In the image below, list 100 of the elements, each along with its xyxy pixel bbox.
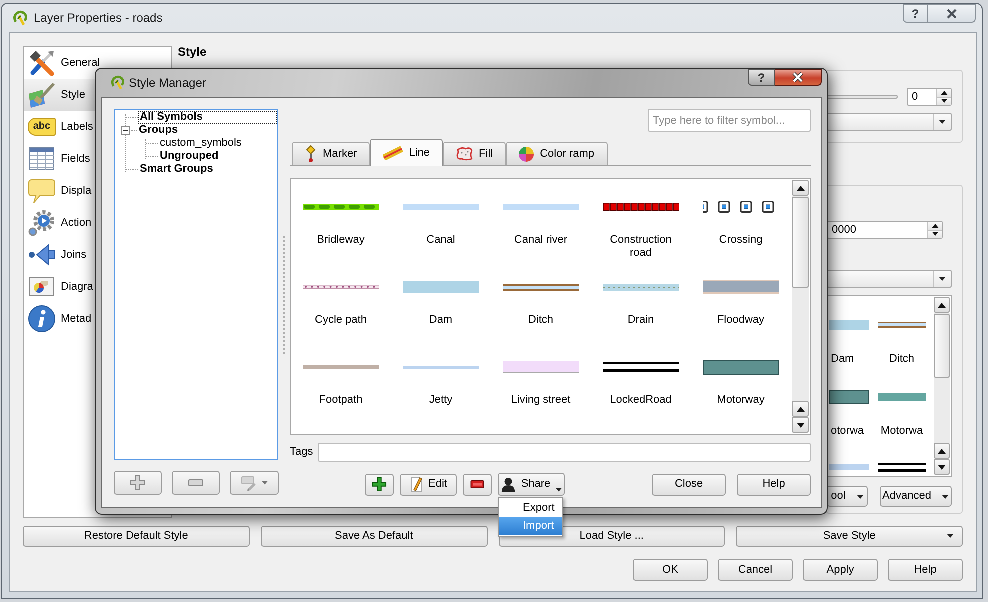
plus-icon <box>372 477 387 492</box>
tab[interactable]: Fill <box>443 142 506 165</box>
sidebar-item[interactable]: Diagra <box>24 271 96 303</box>
pencil-icon <box>410 476 424 494</box>
dialog-title: Style Manager <box>129 74 206 92</box>
sidebar-item[interactable]: Joins <box>24 239 95 271</box>
symbol-item[interactable]: Crossing <box>691 187 791 267</box>
section-heading: Style <box>178 45 207 59</box>
band-icon <box>829 390 869 404</box>
symbol-item[interactable]: Dam <box>391 267 491 347</box>
edged-line-icon <box>878 322 926 328</box>
symbol-item[interactable]: Floodway <box>691 267 791 347</box>
symbol-item[interactable]: Dam <box>828 296 870 368</box>
slider-track[interactable] <box>827 95 898 99</box>
edged-band-icon <box>703 280 779 294</box>
symbol-item[interactable]: Cycle path <box>291 267 391 347</box>
spin-up-button[interactable] <box>928 222 942 230</box>
symbol-item[interactable]: Living street <box>491 347 591 427</box>
help-button[interactable]: ? <box>903 4 928 23</box>
tree-item[interactable]: Smart Groups <box>138 163 216 176</box>
info-icon <box>28 305 56 333</box>
action-button[interactable]: Restore Default Style <box>23 526 250 547</box>
close-button[interactable]: Close <box>652 474 726 496</box>
scroll-down-button[interactable] <box>934 459 950 475</box>
spin-box[interactable]: 0 <box>907 88 952 106</box>
window-title: Layer Properties - roads <box>34 10 163 27</box>
tab[interactable]: Line <box>370 139 444 166</box>
add-symbol-button[interactable] <box>365 474 394 496</box>
window-close-button[interactable] <box>928 4 976 23</box>
scroll-up-button[interactable] <box>792 180 809 196</box>
sidebar-item[interactable]: Metad <box>24 303 95 335</box>
tree-item[interactable]: All Symbols <box>138 111 277 124</box>
arrow-icon <box>28 241 56 269</box>
symbol-item[interactable]: Footpath <box>291 347 391 427</box>
symbol-item[interactable]: LockedRoad <box>591 347 691 427</box>
share-button[interactable]: Share <box>498 473 565 496</box>
band-icon <box>703 360 779 374</box>
dialog-button[interactable]: Apply <box>803 559 878 581</box>
tree-item[interactable]: Ungrouped <box>158 150 221 163</box>
splitter-handle[interactable] <box>283 236 286 356</box>
dropdown-button[interactable]: Advanced <box>880 486 952 507</box>
action-button[interactable]: Save As Default <box>260 526 488 547</box>
symbol-item[interactable]: Canal <box>391 187 491 267</box>
symbol-item[interactable]: otorwa <box>828 368 870 440</box>
spin-box[interactable]: 0000 <box>827 221 943 239</box>
spin-up-button[interactable] <box>937 89 951 98</box>
symbol-item[interactable]: Jetty <box>391 347 491 427</box>
symbol-item[interactable]: Bridleway <box>291 187 391 267</box>
dropdown-button[interactable]: ool <box>827 486 868 507</box>
dropdown[interactable] <box>827 113 952 131</box>
search-field[interactable]: Type here to filter symbol... <box>648 109 811 132</box>
field-label: Tags <box>290 445 314 460</box>
tab[interactable]: Marker <box>292 142 370 165</box>
dialog-button[interactable]: Help <box>888 559 963 581</box>
symbol-item[interactable]: Motorwa <box>870 368 934 440</box>
dropdown[interactable] <box>827 270 952 288</box>
action-button[interactable]: Save Style <box>736 526 963 547</box>
dialog-button[interactable]: OK <box>633 559 708 581</box>
edit-button[interactable]: Edit <box>400 474 457 496</box>
symbol-item[interactable]: Construction road <box>591 187 691 267</box>
up-arrow-icon <box>940 90 948 95</box>
up-arrow-icon <box>938 448 946 454</box>
band-icon <box>403 281 479 293</box>
paintbrush-icon <box>28 81 56 109</box>
caret-icon <box>939 277 946 281</box>
down-arrow-icon <box>796 422 804 428</box>
sidebar-item[interactable]: abc Labels <box>24 111 96 143</box>
scrollbar-thumb[interactable] <box>934 314 950 378</box>
tags-field[interactable] <box>318 443 811 462</box>
window-close-button[interactable] <box>775 69 822 86</box>
remove-symbol-button[interactable] <box>463 474 492 496</box>
help-button[interactable]: Help <box>737 474 811 496</box>
app-logo-icon <box>110 75 125 90</box>
scroll-up-button[interactable] <box>792 401 809 417</box>
sidebar-item[interactable]: Action <box>24 207 95 239</box>
down-arrow-icon <box>938 464 946 470</box>
menu-item[interactable]: Export <box>499 499 562 517</box>
down-arrow-icon <box>940 99 948 104</box>
help-button[interactable]: ? <box>748 69 775 86</box>
tree-item[interactable]: custom_symbols <box>158 137 244 150</box>
fill-area-icon <box>456 147 474 161</box>
tree-item[interactable]: Groups <box>137 124 180 137</box>
symbol-item[interactable]: Motorway <box>691 347 791 427</box>
symbol-item[interactable]: Canal river <box>491 187 591 267</box>
caret-icon <box>939 120 946 124</box>
scroll-down-button[interactable] <box>792 417 809 433</box>
sidebar-item[interactable]: General <box>24 47 102 79</box>
sidebar-item[interactable]: Displa <box>24 175 95 207</box>
scroll-up-button[interactable] <box>934 443 950 459</box>
sidebar-item[interactable]: Fields <box>24 143 95 175</box>
band-icon <box>503 361 579 373</box>
symbol-item[interactable]: Ditch <box>870 296 934 368</box>
dialog-button[interactable]: Cancel <box>718 559 793 581</box>
symbol-item[interactable]: Drain <box>591 267 691 347</box>
scrollbar-thumb[interactable] <box>792 197 809 288</box>
scroll-up-button[interactable] <box>934 297 950 313</box>
dotted-band-icon <box>603 284 679 290</box>
sidebar-item[interactable]: Style <box>24 79 95 111</box>
tab[interactable]: Color ramp <box>506 142 608 165</box>
symbol-item[interactable]: Ditch <box>491 267 591 347</box>
